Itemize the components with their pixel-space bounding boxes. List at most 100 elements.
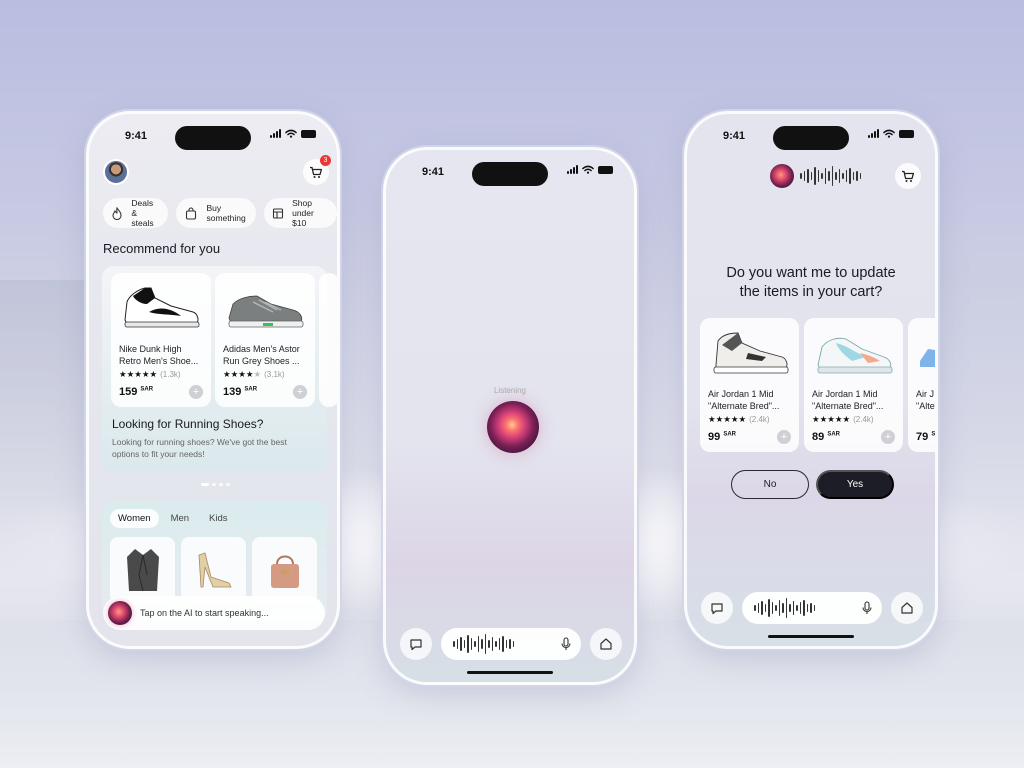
waveform-bar (477, 636, 479, 652)
ai-orb-icon[interactable] (487, 401, 539, 453)
price-value: 89 (812, 431, 825, 443)
cart-count-badge: 3 (320, 155, 331, 166)
bag-icon (182, 204, 200, 222)
star-rating-icon: ★★★★★ (812, 414, 851, 424)
product-image (708, 324, 792, 380)
avatar[interactable] (103, 159, 129, 185)
tab-men[interactable]: Men (163, 509, 197, 528)
promo-title: Looking for Running Shoes? (112, 417, 264, 431)
product-price: 89 SAR (812, 431, 840, 443)
status-icons (868, 129, 914, 138)
wifi-icon (285, 129, 297, 138)
star-rating-icon: ★★★★★ (708, 414, 747, 424)
waveform-bar (803, 171, 805, 181)
waveform-icon (800, 166, 861, 186)
add-to-cart-button[interactable]: + (881, 430, 895, 444)
currency: SAR (140, 386, 154, 393)
waveform-bar (498, 638, 500, 650)
tab-women[interactable]: Women (110, 509, 159, 528)
mic-icon[interactable] (862, 601, 872, 615)
waveform-bar (835, 172, 837, 180)
thumbnail-blazer[interactable] (110, 537, 175, 603)
signal-icon (567, 165, 578, 174)
listening-label: Listening (493, 386, 527, 395)
home-icon (901, 602, 913, 614)
tab-kids[interactable]: Kids (201, 509, 235, 528)
dynamic-island (175, 126, 251, 150)
star-rating-icon: ★★★★★ (119, 369, 158, 379)
rating-count: (1.3k) (160, 370, 181, 379)
voice-input-pill[interactable] (441, 628, 581, 660)
flame-icon (109, 204, 125, 222)
product-card-partial[interactable]: Air J "Alte 79 S (908, 318, 935, 452)
waveform-bar (778, 600, 780, 616)
waveform-bar (824, 168, 826, 184)
thumbnail-handbag[interactable] (252, 537, 317, 603)
add-to-cart-button[interactable]: + (777, 430, 791, 444)
carousel-dots[interactable] (201, 483, 230, 486)
waveform-bar (509, 639, 511, 649)
ai-prompt-bar[interactable]: Tap on the AI to start speaking... (103, 596, 325, 630)
waveform-bar (481, 639, 483, 649)
waveform-bar (470, 638, 472, 650)
wifi-icon (582, 165, 594, 174)
product-name: Air Jordan 1 Mid "Alternate Bred"... (708, 389, 780, 411)
waveform-icon (754, 598, 815, 618)
waveform-bar (460, 637, 462, 651)
waveform-bar (803, 600, 805, 616)
home-button[interactable] (590, 628, 622, 660)
phone-home-screen: 9:41 3 Deals & steals Buy something Shop… (86, 111, 340, 649)
waveform-bar (831, 166, 833, 186)
bottom-voice-bar (701, 592, 923, 624)
product-price: 79 S (916, 431, 935, 443)
waveform-bar (807, 169, 809, 183)
waveform-bar (474, 641, 476, 647)
product-name: Air J "Alte (916, 389, 935, 411)
waveform-bar (782, 603, 784, 613)
waveform-bar (775, 605, 777, 611)
waveform-bar (768, 599, 770, 617)
waveform-bar (792, 601, 794, 615)
yes-button[interactable]: Yes (816, 470, 894, 499)
no-button[interactable]: No (731, 470, 809, 499)
chat-button[interactable] (701, 592, 733, 624)
waveform-bar (463, 640, 465, 648)
ai-orb-icon[interactable] (770, 164, 794, 188)
waveform-bar (453, 641, 455, 647)
product-card-partial[interactable] (319, 273, 337, 407)
product-card[interactable]: Nike Dunk High Retro Men's Shoe... ★★★★★… (111, 273, 211, 407)
chip-shop-under[interactable]: Shop under $10 (263, 198, 337, 228)
chip-buy-something[interactable]: Buy something (176, 198, 256, 228)
assistant-question: Do you want me to update the items in yo… (726, 265, 896, 300)
product-card[interactable]: Air Jordan 1 Mid "Alternate Bred"... ★★★… (804, 318, 903, 452)
waveform-bar (456, 639, 458, 649)
ai-orb-icon[interactable] (108, 601, 132, 625)
product-image (916, 324, 935, 380)
home-button[interactable] (891, 592, 923, 624)
waveform-bar (502, 636, 504, 652)
product-card[interactable]: Adidas Men's Astor Run Grey Shoes ... ★★… (215, 273, 315, 407)
product-card[interactable]: Air Jordan 1 Mid "Alternate Bred"... ★★★… (700, 318, 799, 452)
waveform-bar (852, 172, 854, 180)
product-rating: ★★★★★ (3.1k) (223, 369, 285, 380)
dynamic-island (773, 126, 849, 150)
chat-button[interactable] (400, 628, 432, 660)
waveform-icon (453, 634, 514, 654)
quick-action-chips: Deals & steals Buy something Shop under … (103, 198, 337, 228)
battery-icon (899, 129, 914, 138)
promo-description: Looking for running shoes? We've got the… (112, 437, 287, 459)
add-to-cart-button[interactable]: + (293, 385, 307, 399)
product-rating: ★★★★★ (2.4k) (812, 414, 874, 425)
waveform-bar (806, 604, 808, 612)
home-icon (600, 638, 612, 650)
chip-deals[interactable]: Deals & steals (103, 198, 169, 228)
add-to-cart-button[interactable]: + (189, 385, 203, 399)
thumbnail-heels[interactable] (181, 537, 246, 603)
voice-input-pill[interactable] (742, 592, 882, 624)
ai-prompt-text: Tap on the AI to start speaking... (140, 608, 269, 618)
waveform-bar (761, 601, 763, 615)
mic-icon[interactable] (561, 637, 571, 651)
cart-button[interactable]: 3 (303, 155, 331, 185)
waveform-bar (859, 173, 861, 179)
cart-button[interactable] (895, 163, 921, 189)
